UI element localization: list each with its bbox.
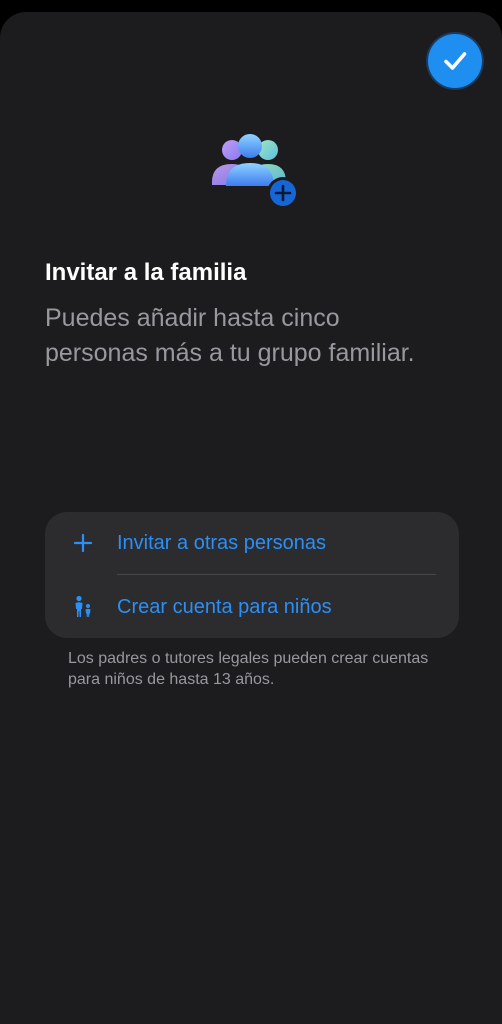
- invite-others-option[interactable]: Invitar a otras personas: [45, 512, 459, 574]
- footnote: Los padres o tutores legales pueden crea…: [68, 650, 429, 688]
- family-invite-sheet: Invitar a la familia Puedes añadir hasta…: [0, 12, 502, 1024]
- checkmark-icon: [444, 52, 467, 70]
- page-title: Invitar a la familia: [45, 259, 247, 286]
- invite-others-label: Invitar a otras personas: [117, 532, 326, 554]
- page-subtitle: Puedes añadir hasta cinco personas más a…: [45, 304, 415, 367]
- create-child-account-label: Crear cuenta para niños: [117, 596, 332, 618]
- done-button[interactable]: [428, 34, 482, 88]
- row-divider: [117, 574, 436, 575]
- status-bar: [0, 0, 502, 12]
- create-child-account-option[interactable]: Crear cuenta para niños: [45, 576, 459, 638]
- family-group-add-icon: [208, 130, 300, 210]
- plus-icon: [71, 531, 95, 555]
- options-group: Invitar a otras personas Crear cuenta pa…: [45, 512, 459, 638]
- adult-child-icon: [71, 595, 95, 619]
- screen: Invitar a la familia Puedes añadir hasta…: [0, 0, 502, 1024]
